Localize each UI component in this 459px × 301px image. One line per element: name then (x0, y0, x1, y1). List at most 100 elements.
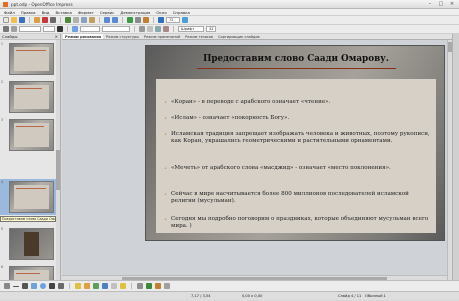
bullet-item[interactable]: • «Ислам» - означает «покорность Богу». (163, 115, 433, 122)
menu-window[interactable]: Окно (156, 10, 166, 15)
slides-pane-header: Слайды × (0, 34, 60, 40)
area-fill-icon[interactable] (72, 26, 78, 32)
from-file-icon[interactable] (155, 283, 161, 289)
tab-outline[interactable]: Режим структуры (104, 34, 141, 39)
curve-tool-icon[interactable] (58, 283, 64, 289)
save-icon[interactable] (19, 17, 25, 23)
export-pdf-icon[interactable] (42, 17, 48, 23)
bullet-text: «Мечеть» от арабского слова «масджид» - … (171, 165, 391, 171)
menu-view[interactable]: Вид (42, 10, 50, 15)
area-style-select[interactable] (80, 26, 100, 32)
cut-icon[interactable] (73, 17, 79, 23)
image-icon[interactable] (143, 17, 149, 23)
window-title: ppt.odp - OpenOffice Impress (11, 1, 73, 7)
chart-icon[interactable] (127, 17, 133, 23)
paste-icon[interactable] (89, 17, 95, 23)
task-pane-strip[interactable] (452, 34, 459, 280)
bullet-dot-icon: • (164, 132, 167, 138)
tab-slide-sorter[interactable]: Сортировщик слайдов (216, 34, 262, 39)
zoom-field[interactable]: 72 (166, 17, 180, 23)
bullet-dot-icon: • (164, 166, 167, 172)
thumbnail-image (9, 81, 54, 113)
points-icon[interactable] (137, 283, 143, 289)
bullet-item[interactable]: • «Коран» - в переводе с арабского означ… (163, 99, 433, 106)
slide-canvas[interactable]: Предоставим слово Саади Омарову. • «Кора… (145, 45, 445, 241)
menu-tools[interactable]: Сервис (100, 10, 115, 15)
menu-file[interactable]: Файл (4, 10, 15, 15)
line-width-field[interactable] (43, 26, 55, 32)
font-size-field[interactable]: 32 (206, 26, 216, 32)
tab-notes[interactable]: Режим примечаний (142, 34, 182, 39)
slide-thumbnail-1[interactable]: 1 (0, 41, 56, 77)
copy-icon[interactable] (81, 17, 87, 23)
menu-format[interactable]: Формат (78, 10, 94, 15)
tab-normal[interactable]: Режим рисования (63, 34, 104, 39)
toolbar-separator (60, 17, 61, 23)
slide-thumbnail-6[interactable]: 6 (0, 264, 56, 280)
align-icon[interactable] (155, 26, 161, 32)
bullet-text: «Коран» - в переводе с арабского означае… (171, 99, 331, 105)
block-arrows-icon[interactable] (93, 283, 99, 289)
print-icon[interactable] (50, 17, 56, 23)
maximize-button[interactable]: □ (437, 1, 445, 7)
bullet-item[interactable]: • «Мечеть» от арабского слова «масджид» … (163, 165, 433, 172)
slide-thumbnail-4[interactable]: 4 (0, 179, 56, 215)
arrow-icon[interactable] (11, 26, 17, 32)
line-style-select[interactable] (19, 26, 41, 32)
thumbnail-image (9, 43, 54, 75)
slide-thumbnail-3[interactable]: 3 (0, 117, 56, 153)
bullet-text: Сейчас в мире насчитывается более 800 ми… (171, 191, 409, 205)
thumbnail-number: 5 (1, 227, 4, 231)
new-document-icon[interactable] (3, 17, 9, 23)
slides-pane-scrollbar[interactable] (56, 40, 60, 280)
line-color-icon[interactable] (57, 26, 63, 32)
arrange-icon[interactable] (163, 26, 169, 32)
menu-slideshow[interactable]: Демонстрация (120, 10, 150, 15)
fill-color-select[interactable] (102, 26, 130, 32)
slide-title[interactable]: Предоставим слово Саади Омарову. (146, 54, 444, 64)
bullet-item[interactable]: • Сегодня мы подробно поговорим о праздн… (163, 216, 433, 231)
callouts-icon[interactable] (111, 283, 117, 289)
navigator-icon[interactable] (158, 17, 164, 23)
line-arrow-tool-icon[interactable] (22, 283, 28, 289)
menu-insert[interactable]: Вставка (55, 10, 72, 15)
symbol-shapes-icon[interactable] (84, 283, 90, 289)
toolbar-separator (29, 17, 30, 23)
close-button[interactable]: × (448, 1, 456, 7)
menu-help[interactable]: Справка (173, 10, 190, 15)
tab-handout[interactable]: Режим тезисов (183, 34, 215, 39)
line-tool-icon[interactable] (13, 285, 19, 287)
slide-thumbnail-2[interactable]: 2 (0, 79, 56, 115)
undo-icon[interactable] (104, 17, 110, 23)
bullet-text: «Ислам» - означает «покорность Богу». (171, 115, 290, 121)
shadow-icon[interactable] (139, 26, 145, 32)
font-name-field[interactable]: Шрифт (178, 26, 204, 32)
app-icon (3, 1, 8, 7)
status-bar: 7,17 / 3,54 0,00 x 0,00 Слайд 4 / 11 Обы… (0, 291, 459, 300)
minimize-button[interactable]: – (426, 1, 434, 7)
flowchart-icon[interactable] (102, 283, 108, 289)
text-tool-icon[interactable] (49, 283, 55, 289)
select-arrow-icon[interactable] (4, 283, 10, 289)
toolbar-separator (122, 17, 123, 23)
rectangle-tool-icon[interactable] (31, 283, 37, 289)
menu-edit[interactable]: Правка (21, 10, 36, 15)
rotate-icon[interactable] (147, 26, 153, 32)
line-icon[interactable] (3, 26, 9, 32)
ellipse-tool-icon[interactable] (40, 283, 46, 289)
bullet-item[interactable]: • Сейчас в мире насчитывается более 800 … (163, 191, 433, 206)
slide-thumbnail-5[interactable]: 5 (0, 226, 56, 262)
stars-icon[interactable] (120, 283, 126, 289)
basic-shapes-icon[interactable] (75, 283, 81, 289)
extrusion-icon[interactable] (164, 283, 170, 289)
spellcheck-icon[interactable] (65, 17, 71, 23)
help-icon[interactable] (182, 17, 188, 23)
toolbar-separator (153, 17, 154, 23)
open-folder-icon[interactable] (11, 17, 17, 23)
bullet-item[interactable]: • Исламская традиция запрещает изображат… (163, 131, 433, 146)
fontwork-icon[interactable] (146, 283, 152, 289)
table-icon[interactable] (135, 17, 141, 23)
editor-area: Режим рисования Режим структуры Режим пр… (62, 34, 452, 280)
redo-icon[interactable] (112, 17, 118, 23)
edit-file-icon[interactable] (34, 17, 40, 23)
